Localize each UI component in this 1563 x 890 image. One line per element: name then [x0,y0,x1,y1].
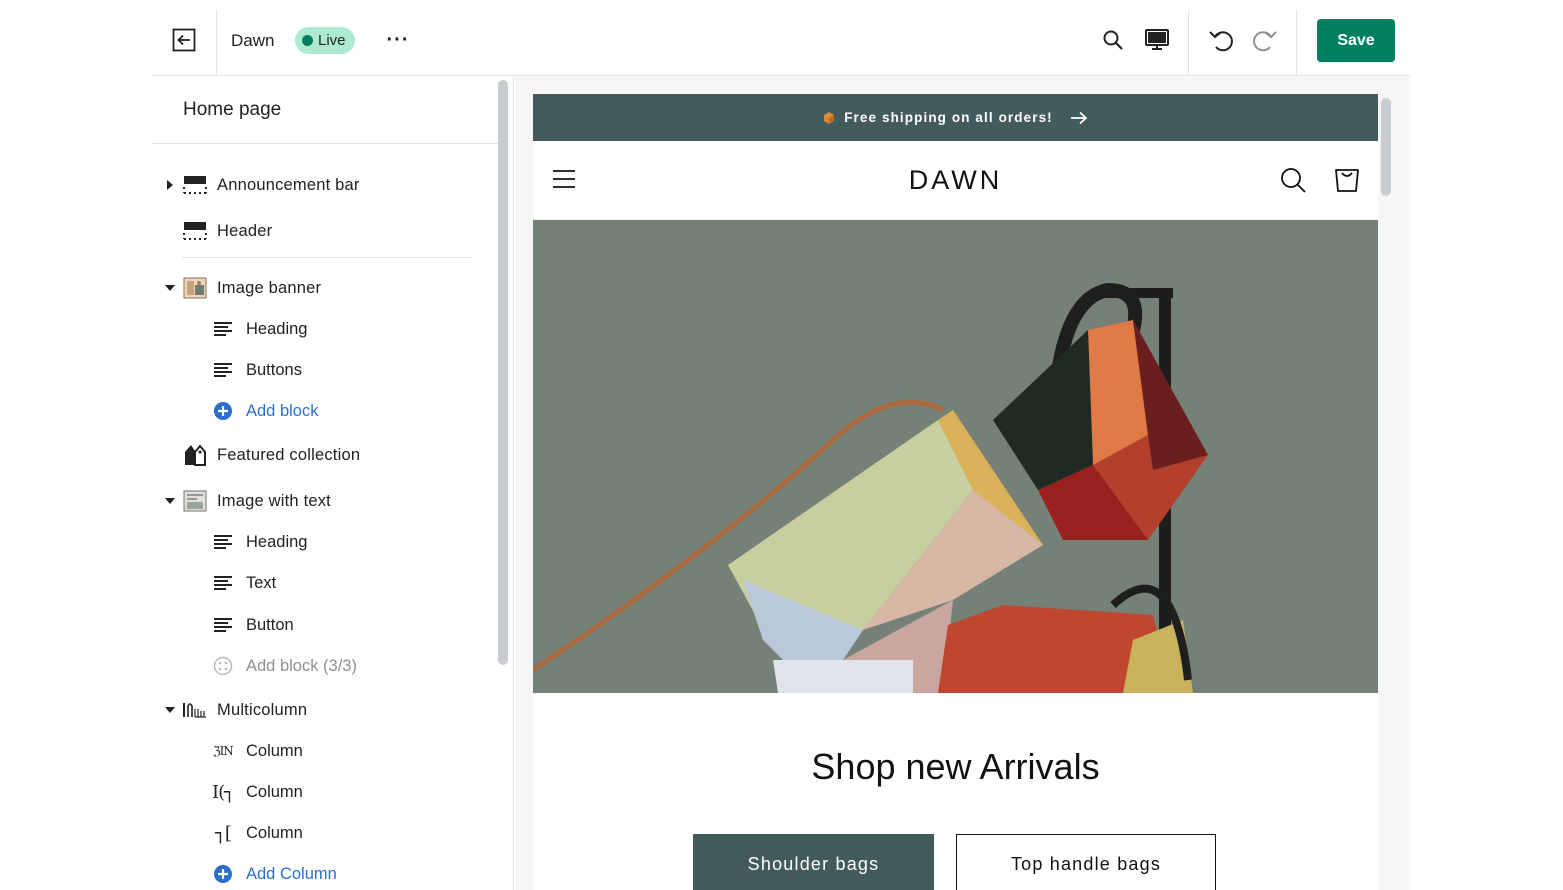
text-block-icon [212,359,234,381]
column-image-icon: I(┐ [212,781,235,803]
column-image-icon: ┐[ [215,822,232,844]
block-column[interactable]: ┐[ Column [152,818,492,848]
block-column[interactable]: I(┐ Column [152,777,492,807]
text-block-icon [212,318,234,340]
image-banner[interactable] [533,220,1378,693]
image-with-text-icon [182,488,208,514]
text-block-icon [212,614,234,636]
section-label: Announcement bar [217,175,360,194]
package-icon [824,111,835,124]
add-block-disabled: Add block (3/3) [152,651,492,681]
block-button[interactable]: Button [152,610,492,640]
exit-button[interactable] [166,22,202,58]
undo-icon [1209,31,1233,52]
divider [182,257,472,258]
block-label: Add block [246,401,319,420]
sidebar-scrollbar[interactable] [498,80,508,665]
section-label: Image with text [217,491,331,510]
block-heading[interactable]: Heading [152,314,492,344]
column-image-icon: ℨIN [213,744,234,758]
topbar-divider [216,10,217,76]
undo-button[interactable] [1206,24,1236,56]
block-label: Button [246,615,294,634]
section-image-banner[interactable]: Image banner [152,273,492,303]
block-label: Heading [246,319,308,338]
section-announcement-bar[interactable]: Announcement bar [152,170,492,200]
topbar-divider [1296,10,1297,76]
section-multicolumn[interactable]: Multicolumn [152,695,492,725]
top-handle-bags-button[interactable]: Top handle bags [956,834,1216,890]
theme-name: Dawn [231,31,275,50]
live-status-badge: Live [295,27,355,54]
block-label: Add block (3/3) [246,656,357,675]
section-image-with-text[interactable]: Image with text [152,486,492,516]
block-label: Heading [246,532,308,551]
add-block-button[interactable]: Add block [152,396,492,426]
live-dot-icon [302,35,313,46]
layout-header-icon [182,172,208,198]
search-icon[interactable] [1279,166,1307,194]
handbags-image [533,220,1378,693]
section-label: Header [217,221,273,240]
section-label: Multicolumn [217,700,308,719]
storefront-preview[interactable]: Free shipping on all orders! DAWN Shop n… [533,94,1378,890]
layout-header-icon [182,218,208,244]
search-icon [1103,30,1123,50]
preview-scrollbar[interactable] [1381,98,1391,196]
block-label: Buttons [246,360,302,379]
sections-sidebar: Home page Announcement bar Header Image … [152,76,514,890]
page-title: Home page [183,99,282,120]
redo-icon [1253,31,1277,52]
text-block-icon [212,572,234,594]
caret-down-icon[interactable] [164,282,176,294]
block-label: Column [246,782,303,801]
exit-icon [172,28,196,52]
caret-down-icon[interactable] [164,495,176,507]
save-button[interactable]: Save [1317,19,1395,62]
section-featured-collection[interactable]: Featured collection [152,440,492,470]
block-text[interactable]: Text [152,568,492,598]
search-button[interactable] [1098,24,1128,56]
store-header: DAWN [533,141,1378,220]
block-heading[interactable]: Heading [152,527,492,557]
caret-right-icon[interactable] [164,179,176,191]
section-label: Featured collection [217,445,361,464]
block-label: Column [246,741,303,760]
more-actions-button[interactable]: ··· [386,27,410,53]
caret-down-icon[interactable] [164,704,176,716]
block-buttons[interactable]: Buttons [152,355,492,385]
desktop-icon [1145,29,1169,50]
image-banner-icon [182,275,208,301]
topbar-divider [1188,10,1189,76]
tag-icon [182,442,208,468]
section-header[interactable]: Header [152,216,492,246]
add-column-button[interactable]: Add Column [152,859,492,889]
banner-heading: Shop new Arrivals [811,746,1100,787]
text-block-icon [212,531,234,553]
shoulder-bags-button[interactable]: Shoulder bags [693,834,934,890]
live-badge-label: Live [318,32,346,49]
section-label: Image banner [217,278,322,297]
add-circle-disabled-icon [212,655,234,677]
add-circle-icon [212,863,234,885]
block-label: Column [246,823,303,842]
add-circle-icon [212,400,234,422]
preview-area: Free shipping on all orders! DAWN Shop n… [515,76,1410,890]
block-label: Text [246,573,277,592]
cart-icon[interactable] [1332,164,1362,194]
announcement-text: Free shipping on all orders! [844,110,1053,125]
device-preview-button[interactable] [1142,24,1172,56]
editor-topbar: Dawn Live ··· Save [152,0,1410,76]
announcement-bar[interactable]: Free shipping on all orders! [533,94,1378,141]
multicolumn-icon [182,697,208,723]
block-label: Add Column [246,864,337,883]
divider [152,143,498,144]
block-column[interactable]: ℨIN Column [152,736,492,766]
arrow-right-icon [1070,111,1088,124]
store-logo[interactable]: DAWN [533,165,1378,196]
more-horizontal-icon: ··· [386,28,410,51]
redo-button[interactable] [1250,24,1280,56]
